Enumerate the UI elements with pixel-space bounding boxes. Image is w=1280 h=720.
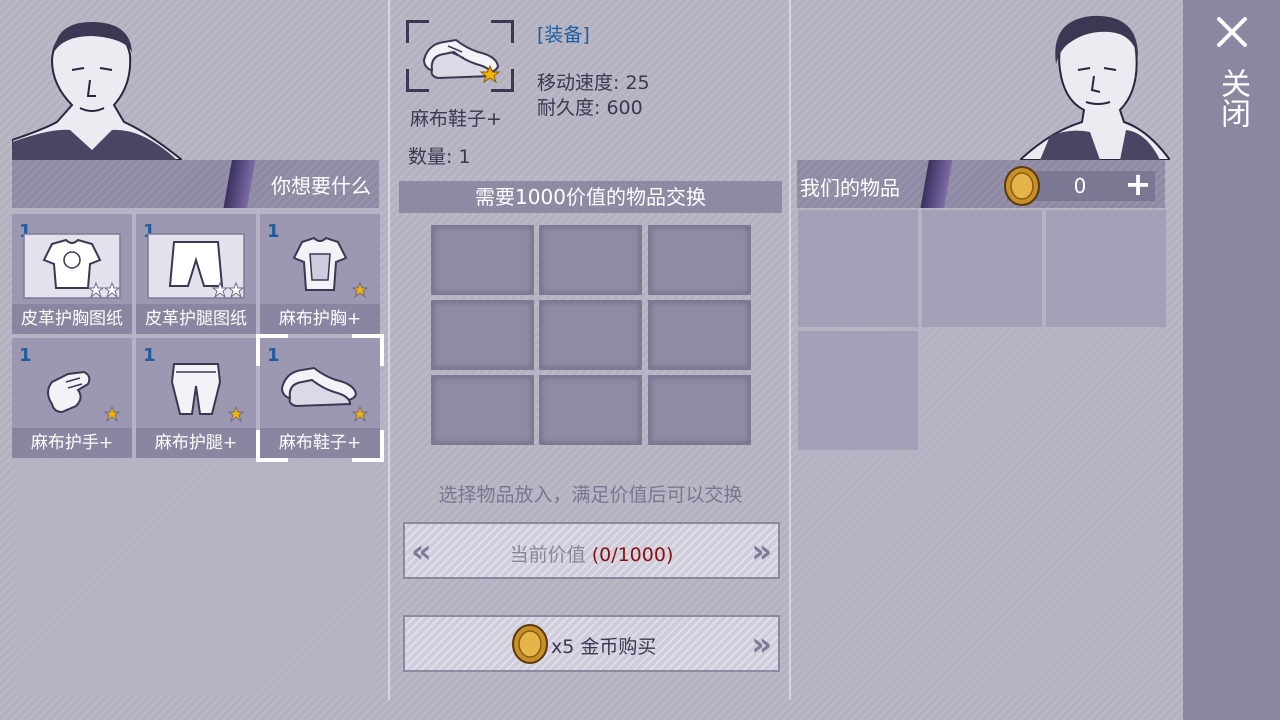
item-name: 麻布护胸+ xyxy=(260,304,380,334)
want-item-slot[interactable]: 1 麻布护胸+ xyxy=(260,214,380,334)
our-item-slot[interactable] xyxy=(798,331,918,450)
want-item-slot[interactable]: 1 皮革护胸图纸 xyxy=(12,214,132,334)
selection-bracket xyxy=(352,334,384,366)
trade-slot[interactable] xyxy=(431,225,534,295)
trade-header: 需要1000价值的物品交换 xyxy=(399,181,782,213)
npc-portrait-young-man xyxy=(1020,15,1170,160)
current-value-label: 当前价值 xyxy=(509,544,586,566)
want-item-slot[interactable]: 1 皮革护腿图纸 xyxy=(136,214,256,334)
trade-slot[interactable] xyxy=(431,375,534,445)
coin-counter: 0 + xyxy=(1004,166,1155,206)
trade-slot[interactable] xyxy=(539,375,642,445)
close-icon xyxy=(1217,17,1247,47)
trade-hint: 选择物品放入，满足价值后可以交换 xyxy=(438,484,743,506)
buy-label: 金币购买 xyxy=(580,636,657,658)
trade-slot[interactable] xyxy=(648,375,751,445)
star-icon xyxy=(103,405,121,423)
value-bar: « 当前价值 (0/1000) » xyxy=(403,522,780,579)
star-icon xyxy=(351,281,369,299)
selection-bracket xyxy=(256,430,288,462)
want-item-slot[interactable]: 1 麻布护手+ xyxy=(12,338,132,458)
next-arrow-icon: » xyxy=(751,625,772,663)
header-wedge-decoration xyxy=(208,160,278,208)
divider xyxy=(789,0,791,700)
linen-gloves-icon xyxy=(47,370,121,423)
our-item-slot[interactable] xyxy=(1046,210,1166,327)
detail-item-name: 麻布鞋子+ xyxy=(410,108,502,130)
detail-quantity: 数量: 1 xyxy=(408,146,471,168)
want-item-slot[interactable]: 1 麻布鞋子+ xyxy=(256,334,384,462)
linen-shoes-icon xyxy=(422,38,501,84)
trade-slot[interactable] xyxy=(648,300,751,370)
detail-stat-durability: 耐久度: 600 xyxy=(537,97,643,119)
trade-slot[interactable] xyxy=(539,300,642,370)
trade-slot[interactable] xyxy=(648,225,751,295)
detail-stat-speed: 移动速度: 25 xyxy=(537,72,650,94)
our-item-slot[interactable] xyxy=(922,210,1042,327)
divider xyxy=(388,0,390,700)
gold-coin-icon xyxy=(512,624,548,664)
close-label: 关闭 xyxy=(1215,68,1250,128)
star-icon xyxy=(351,405,369,423)
gold-coin-icon xyxy=(1004,166,1040,206)
our-item-slot[interactable] xyxy=(798,210,918,327)
trade-slot[interactable] xyxy=(539,225,642,295)
item-name: 麻布护手+ xyxy=(12,428,132,458)
our-items-title: 我们的物品 xyxy=(800,176,900,200)
item-name: 麻布护腿+ xyxy=(136,428,256,458)
close-button[interactable]: 关闭 xyxy=(1183,0,1280,720)
coin-buy-button[interactable]: x5 金币购买 » xyxy=(403,615,780,672)
leather-leggings-blueprint-icon xyxy=(147,233,245,299)
selection-bracket xyxy=(352,430,384,462)
item-name: 皮革护胸图纸 xyxy=(12,304,132,334)
current-value: (0/1000) xyxy=(591,544,674,566)
linen-leggings-icon xyxy=(170,363,245,423)
our-items-header: 我们的物品 0 + xyxy=(797,160,1165,208)
want-header: 你想要什么 xyxy=(12,160,379,208)
want-header-title: 你想要什么 xyxy=(271,174,371,198)
linen-chestguard-icon xyxy=(292,236,369,299)
item-name: 皮革护腿图纸 xyxy=(136,304,256,334)
want-item-slot[interactable]: 1 麻布护腿+ xyxy=(136,338,256,458)
selected-item-frame xyxy=(406,20,514,92)
detail-category: [装备] xyxy=(537,24,590,46)
npc-portrait-old-man xyxy=(12,22,182,160)
coin-count: 0 xyxy=(1073,174,1087,198)
buy-amount: x5 xyxy=(551,636,575,658)
trade-slot[interactable] xyxy=(431,300,534,370)
add-coins-button[interactable]: + xyxy=(1121,167,1155,201)
leather-chestplate-blueprint-icon xyxy=(23,233,121,299)
selection-bracket xyxy=(256,334,288,366)
header-wedge-decoration xyxy=(905,160,975,208)
star-icon xyxy=(227,405,245,423)
next-arrow-icon[interactable]: » xyxy=(751,532,772,570)
